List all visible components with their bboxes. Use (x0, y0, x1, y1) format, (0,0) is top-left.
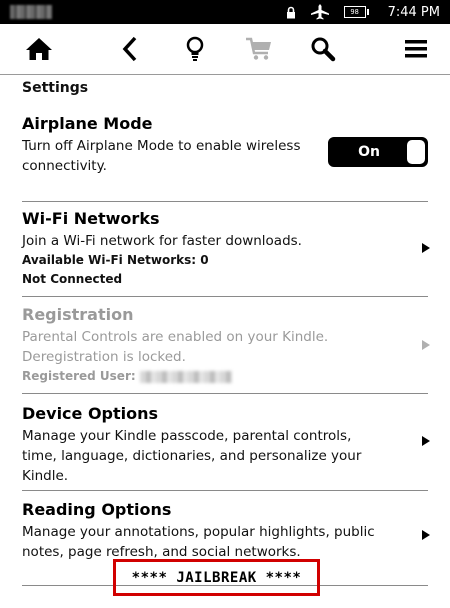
home-icon[interactable] (24, 34, 54, 64)
device-options-description: Manage your Kindle passcode, parental co… (22, 428, 362, 484)
device-options-item[interactable]: Device Options Manage your Kindle passco… (22, 404, 387, 486)
divider (22, 490, 428, 491)
clock: 7:44 PM (387, 4, 440, 20)
reading-options-description: Manage your annotations, popular highlig… (22, 524, 375, 560)
registration-title: Registration (22, 305, 134, 324)
back-icon[interactable] (115, 34, 145, 64)
reading-options-item[interactable]: Reading Options Manage your annotations,… (22, 500, 387, 562)
status-icons: 98 7:44 PM (286, 0, 440, 24)
wifi-networks-item[interactable]: Wi-Fi Networks Join a Wi-Fi network for … (22, 209, 428, 289)
registered-user-label: Registered User: (22, 369, 136, 383)
divider (22, 393, 428, 394)
jailbreak-banner: **** JAILBREAK **** (113, 559, 320, 596)
airplane-mode-title: Airplane Mode (22, 114, 153, 133)
airplane-mode-toggle[interactable]: On (328, 137, 428, 167)
lock-icon (286, 6, 296, 19)
airplane-icon (310, 4, 330, 20)
reading-options-title: Reading Options (22, 500, 172, 519)
divider (22, 296, 428, 297)
registered-user: Registered User: (22, 367, 428, 386)
battery-icon: 98 (343, 6, 369, 18)
wifi-title: Wi-Fi Networks (22, 209, 160, 228)
page-title: Settings (22, 80, 89, 96)
registered-user-name-blurred (139, 370, 232, 383)
registration-description: Parental Controls are enabled on your Ki… (22, 329, 329, 365)
airplane-mode-description: Turn off Airplane Mode to enable wireles… (22, 138, 301, 174)
reading-options-chevron-right-icon[interactable] (422, 530, 430, 540)
divider (22, 201, 428, 202)
device-options-chevron-right-icon[interactable] (422, 436, 430, 446)
menu-icon[interactable] (401, 34, 431, 64)
registration-item: Registration Parental Controls are enabl… (22, 305, 428, 386)
wifi-chevron-right-icon[interactable] (422, 243, 430, 253)
cart-icon[interactable] (244, 34, 274, 64)
wifi-connection-status: Not Connected (22, 272, 123, 286)
wifi-available-count: Available Wi-Fi Networks: 0 (22, 253, 209, 267)
status-bar: 98 7:44 PM (0, 0, 450, 24)
search-icon[interactable] (308, 34, 338, 64)
toggle-label: On (358, 144, 380, 160)
carrier-blurred (10, 5, 52, 19)
toggle-knob (407, 140, 425, 164)
lightbulb-icon[interactable] (180, 34, 210, 64)
airplane-mode-section: Airplane Mode Turn off Airplane Mode to … (22, 114, 322, 176)
wifi-description: Join a Wi-Fi network for faster download… (22, 233, 302, 249)
device-options-title: Device Options (22, 404, 159, 423)
registration-chevron-right-icon (422, 340, 430, 350)
toolbar (0, 24, 450, 75)
